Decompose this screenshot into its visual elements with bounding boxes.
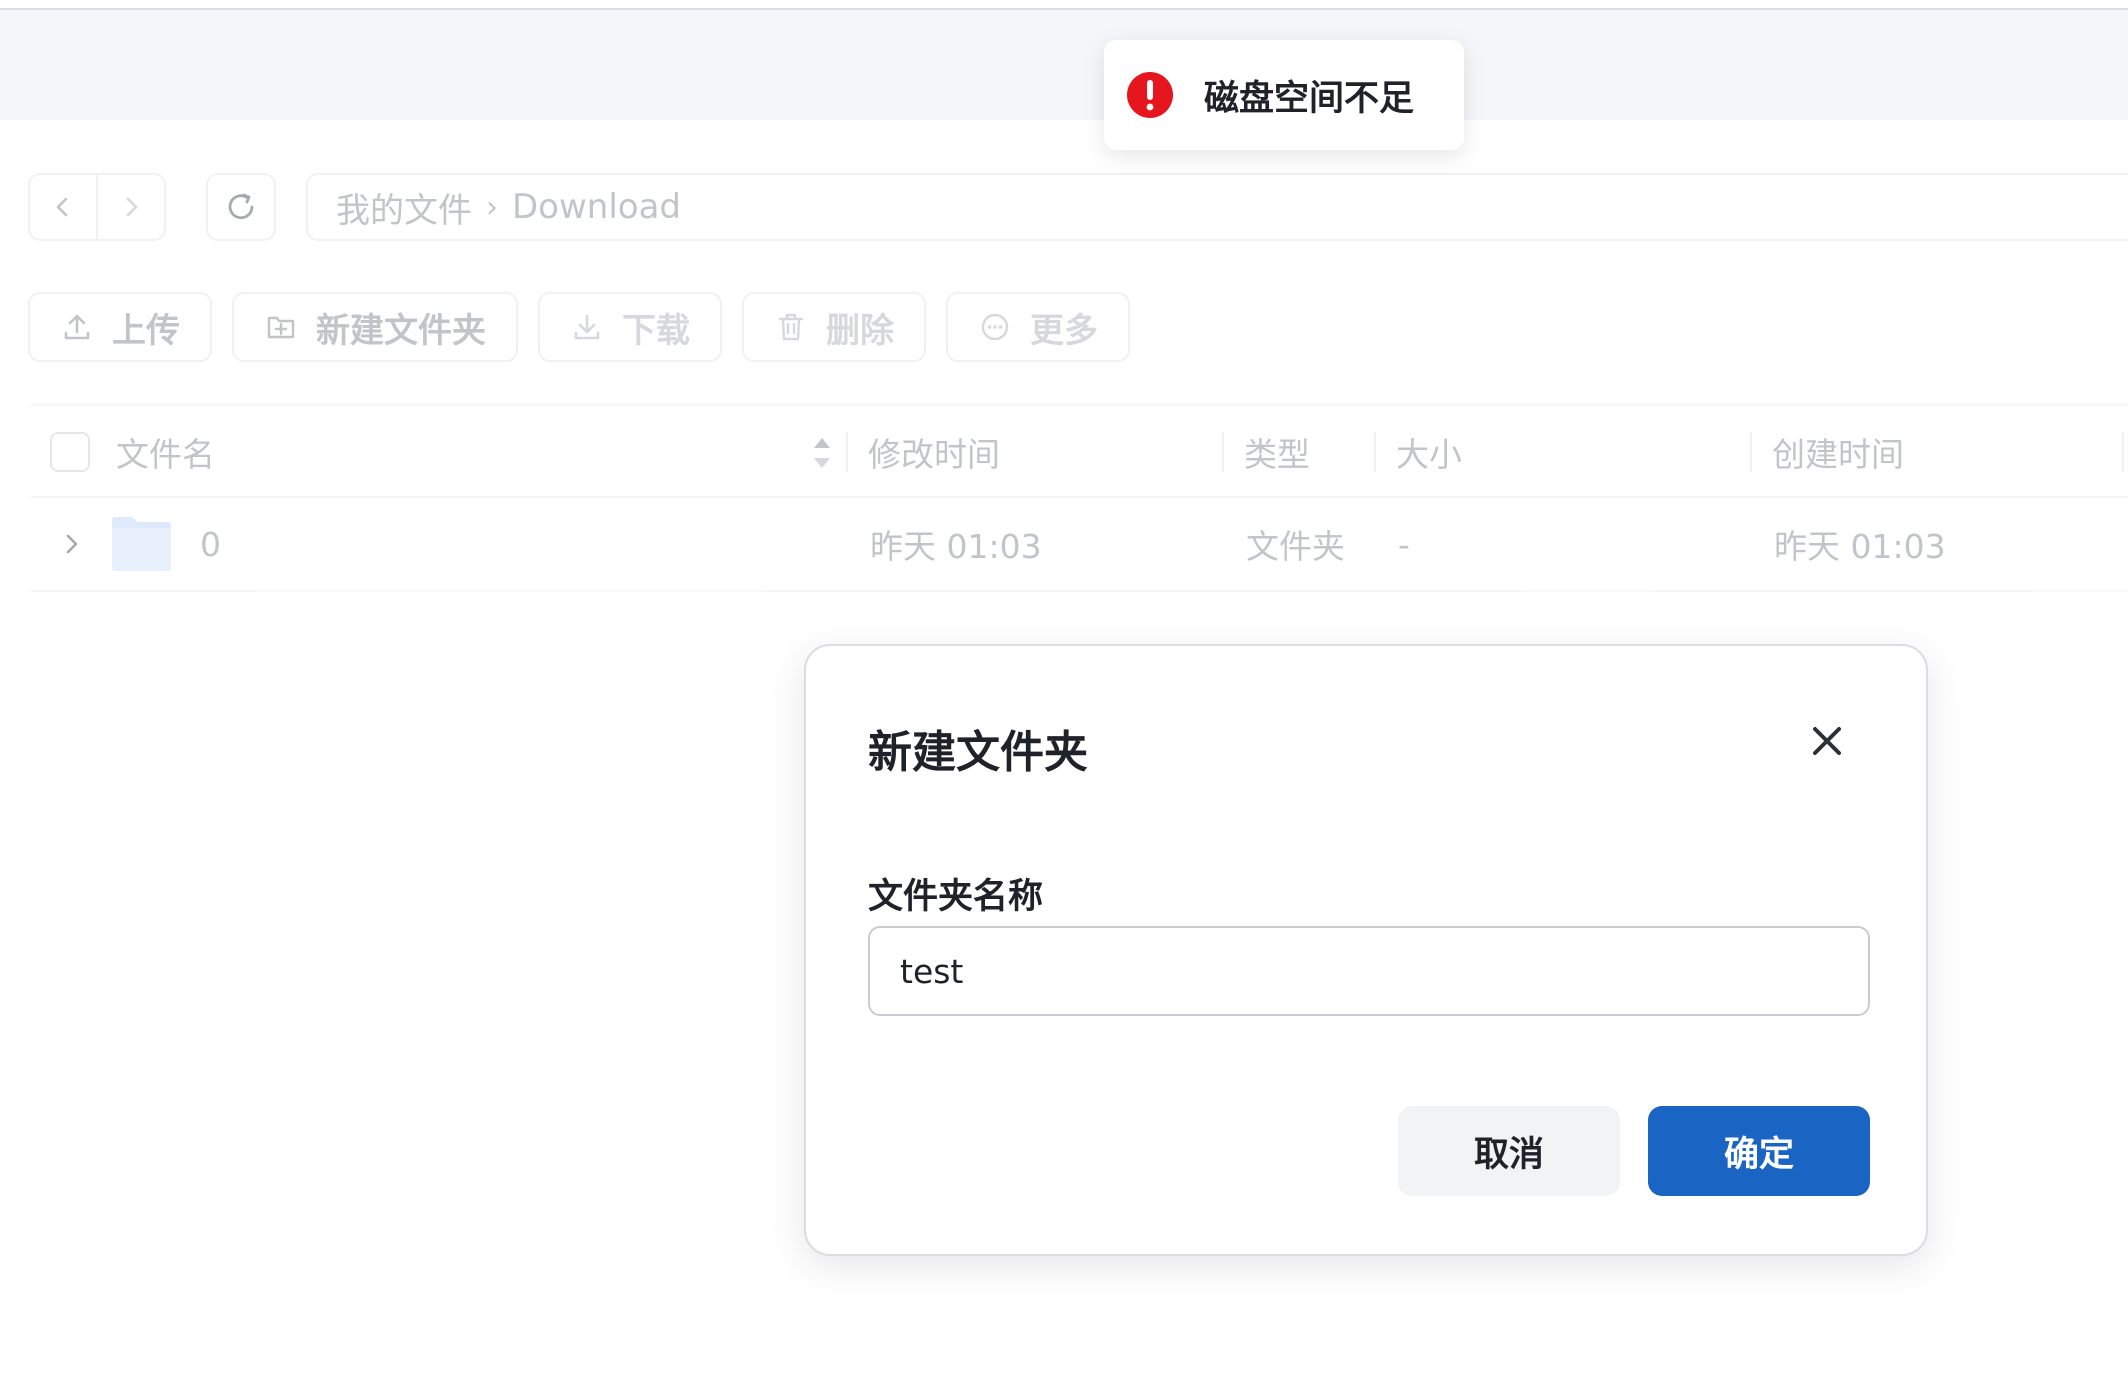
more-icon — [978, 310, 1012, 344]
forward-button[interactable] — [96, 175, 164, 239]
column-divider[interactable] — [846, 432, 848, 472]
upload-icon — [60, 310, 94, 344]
table-row[interactable]: 0 昨天 01:03 文件夹 - 昨天 01:03 — [30, 498, 2128, 592]
delete-label: 删除 — [826, 310, 894, 351]
breadcrumb-current[interactable]: Download — [512, 187, 681, 227]
modified-time: 昨天 01:03 — [870, 527, 1042, 566]
table-header: 文件名 修改时间 类型 大小 创建时间 — [30, 404, 2128, 498]
refresh-icon — [228, 193, 254, 220]
column-divider[interactable] — [2122, 432, 2124, 472]
file-manager-window: 我的文件 › Download 上传 新建文件夹 下载 删除 更多 文件名 修改… — [0, 0, 2128, 1383]
more-button[interactable]: 更多 — [946, 292, 1130, 362]
more-label: 更多 — [1030, 310, 1098, 351]
folder-name-label: 文件夹名称 — [868, 877, 1044, 917]
folder-name-input[interactable] — [868, 926, 1870, 1016]
column-name[interactable]: 文件名 — [116, 406, 215, 498]
delete-button[interactable]: 删除 — [742, 292, 926, 362]
breadcrumb-separator: › — [486, 189, 498, 225]
column-size[interactable]: 大小 — [1396, 406, 1462, 498]
refresh-button[interactable] — [206, 173, 276, 241]
file-name[interactable]: 0 — [200, 498, 221, 590]
upload-label: 上传 — [112, 310, 180, 351]
column-modified[interactable]: 修改时间 — [868, 406, 1000, 498]
file-type: 文件夹 — [1246, 527, 1345, 566]
close-icon — [1813, 727, 1841, 755]
error-toast: 磁盘空间不足 — [1104, 40, 1464, 150]
column-divider[interactable] — [1374, 432, 1376, 472]
chevron-right-icon — [126, 197, 138, 217]
chevron-right-icon — [66, 534, 78, 554]
upload-button[interactable]: 上传 — [28, 292, 212, 362]
trash-icon — [774, 310, 808, 344]
new-folder-label: 新建文件夹 — [316, 310, 486, 351]
download-label: 下载 — [622, 310, 690, 351]
cancel-button[interactable]: 取消 — [1398, 1106, 1620, 1196]
expand-button[interactable] — [60, 498, 82, 590]
chevron-left-icon — [56, 197, 68, 217]
dialog-title: 新建文件夹 — [868, 727, 1088, 778]
sort-icon[interactable] — [810, 434, 834, 472]
download-icon — [570, 310, 604, 344]
column-created[interactable]: 创建时间 — [1772, 406, 1904, 498]
folder-icon — [110, 498, 172, 590]
folder-add-icon — [264, 310, 298, 344]
new-folder-dialog: 新建文件夹 文件夹名称 取消 确定 — [804, 644, 1928, 1256]
file-size: - — [1398, 524, 1410, 564]
column-type[interactable]: 类型 — [1244, 406, 1310, 498]
history-nav — [28, 173, 166, 241]
close-button[interactable] — [1802, 716, 1852, 766]
breadcrumb: 我的文件 › Download — [306, 173, 2128, 241]
file-table: 文件名 修改时间 类型 大小 创建时间 0 昨天 01:03 文件夹 - 昨天 … — [30, 404, 2128, 592]
header-bar — [0, 10, 2128, 120]
new-folder-button[interactable]: 新建文件夹 — [232, 292, 518, 362]
select-all-checkbox[interactable] — [50, 432, 90, 472]
window-top-border — [0, 0, 2128, 10]
column-divider[interactable] — [1222, 432, 1224, 472]
action-toolbar: 上传 新建文件夹 下载 删除 更多 — [28, 292, 1130, 362]
breadcrumb-root[interactable]: 我的文件 — [336, 183, 472, 232]
error-icon — [1127, 72, 1173, 118]
download-button[interactable]: 下载 — [538, 292, 722, 362]
created-time: 昨天 01:03 — [1774, 527, 1946, 566]
toast-message: 磁盘空间不足 — [1204, 78, 1415, 119]
back-button[interactable] — [30, 175, 96, 239]
confirm-button[interactable]: 确定 — [1648, 1106, 1870, 1196]
column-divider[interactable] — [1750, 432, 1752, 472]
